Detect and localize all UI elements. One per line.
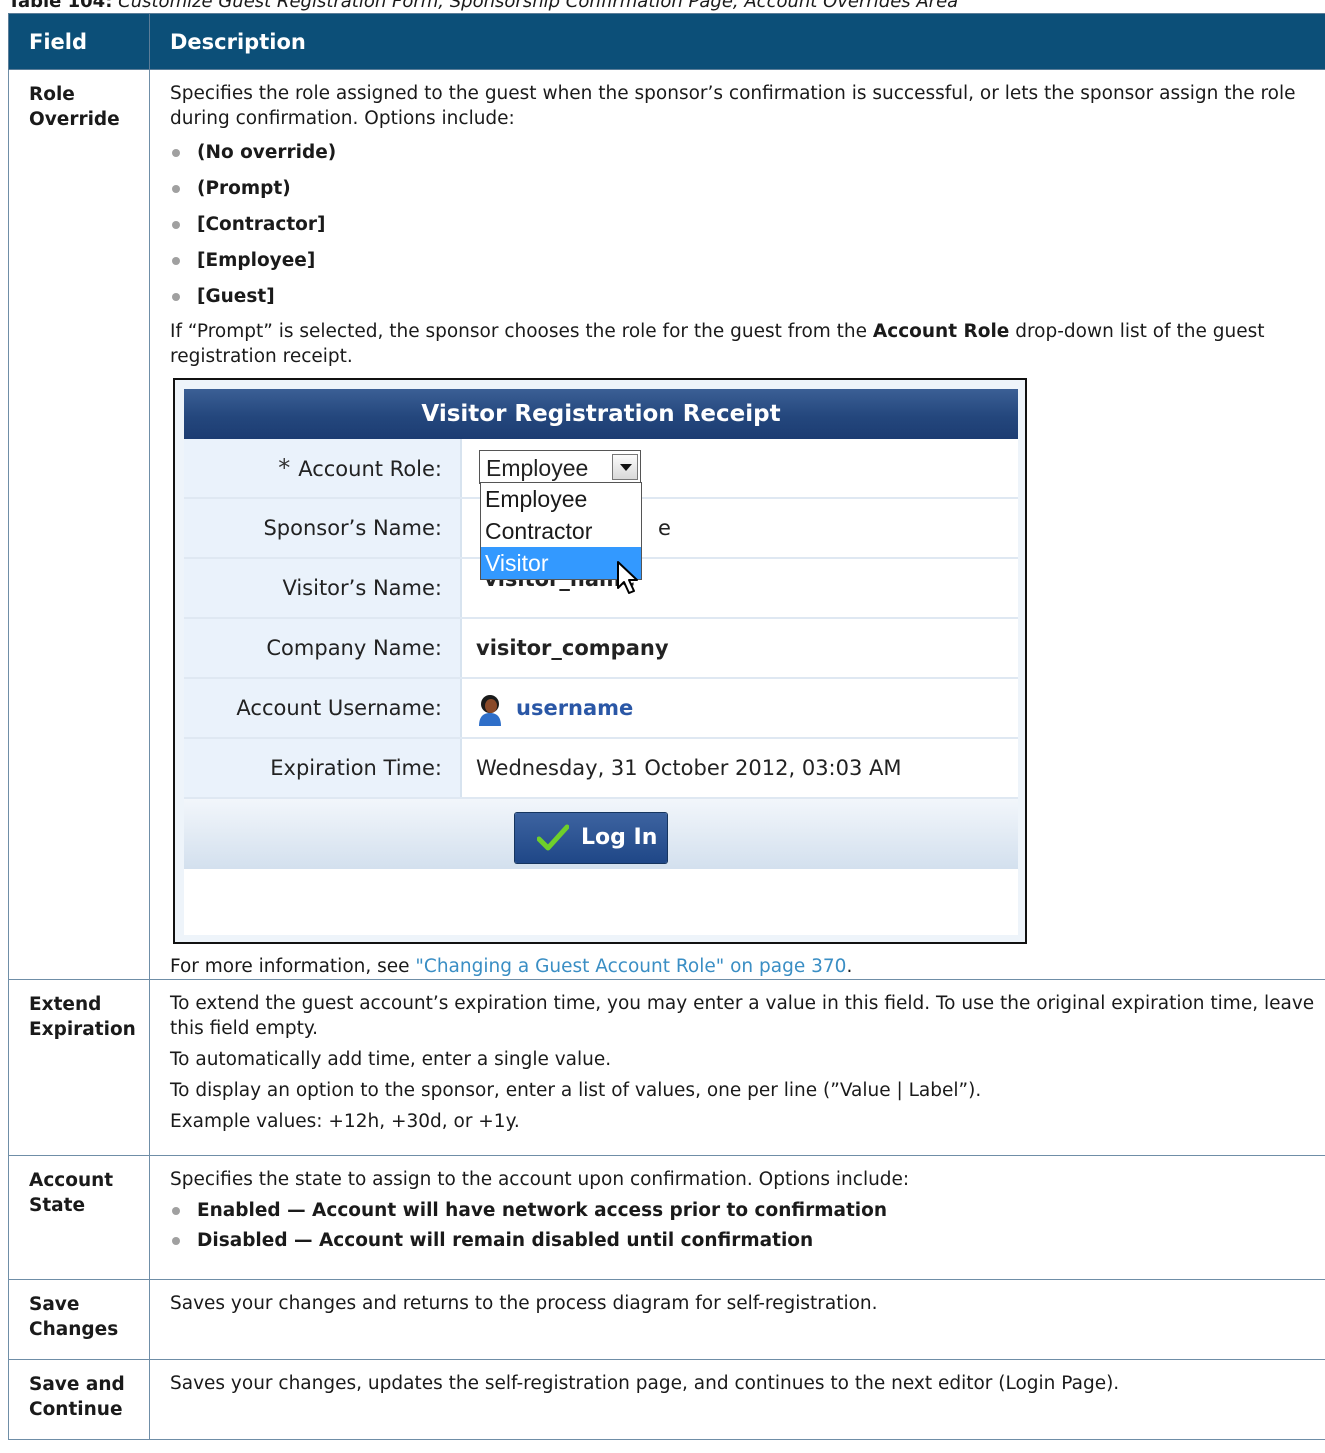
mouse-cursor-icon bbox=[617, 561, 638, 594]
list-item: [Contractor] bbox=[170, 207, 1315, 243]
field-description: Specifies the role assigned to the guest… bbox=[149, 69, 1325, 980]
table-header-row: Field Description bbox=[8, 13, 1325, 70]
cross-reference-link[interactable]: "Changing a Guest Account Role" on page … bbox=[415, 956, 846, 977]
caption-label: Table 104: bbox=[8, 0, 113, 12]
receipt-screenshot: Visitor Registration Receipt * Account Ro… bbox=[173, 378, 1027, 944]
list-item: Enabled — Account will have network acce… bbox=[170, 1196, 1315, 1226]
account-username-link[interactable]: username bbox=[516, 696, 633, 720]
table-row: Role Override Specifies the role assigne… bbox=[8, 69, 1325, 980]
bullet-icon bbox=[172, 185, 180, 193]
dropdown-arrow-icon[interactable] bbox=[612, 454, 638, 480]
account-state-options: Enabled — Account will have network acce… bbox=[170, 1196, 1315, 1256]
dropdown-option[interactable]: Employee bbox=[481, 483, 641, 515]
bullet-icon bbox=[172, 293, 180, 301]
field-description: Specifies the state to assign to the acc… bbox=[149, 1155, 1325, 1280]
header-field: Field bbox=[8, 13, 150, 70]
table-caption: Table 104: Customize Guest Registration … bbox=[8, 0, 1318, 13]
prompt-note: If “Prompt” is selected, the sponsor cho… bbox=[170, 321, 1265, 367]
bullet-icon bbox=[172, 1237, 180, 1245]
bullet-icon bbox=[172, 149, 180, 157]
account-role-select[interactable]: Employee bbox=[479, 450, 641, 484]
list-item: [Guest] bbox=[170, 279, 1315, 315]
bullet-icon bbox=[172, 1207, 180, 1215]
required-mark: * bbox=[278, 454, 291, 482]
table-row: Extend Expiration To extend the guest ac… bbox=[8, 979, 1325, 1156]
field-description: Saves your changes, updates the self-reg… bbox=[149, 1359, 1325, 1440]
log-in-button[interactable]: Log In bbox=[515, 813, 667, 863]
receipt-row-company: Company Name: visitor_company bbox=[184, 619, 1018, 679]
dropdown-option[interactable]: Contractor bbox=[481, 515, 641, 547]
table-row: Account State Specifies the state to ass… bbox=[8, 1155, 1325, 1280]
receipt-title: Visitor Registration Receipt bbox=[184, 389, 1018, 439]
field-name: Role Override bbox=[8, 69, 150, 980]
list-item: (No override) bbox=[170, 135, 1315, 171]
checkmark-icon bbox=[537, 824, 569, 851]
table-row: Save Changes Saves your changes and retu… bbox=[8, 1279, 1325, 1360]
list-item: [Employee] bbox=[170, 243, 1315, 279]
bullet-icon bbox=[172, 221, 180, 229]
receipt-footer: Log In bbox=[184, 799, 1018, 869]
table-row: Save and Continue Saves your changes, up… bbox=[8, 1359, 1325, 1440]
header-description: Description bbox=[149, 13, 1325, 70]
bullet-icon bbox=[172, 257, 180, 265]
field-name: Extend Expiration bbox=[8, 979, 150, 1156]
user-avatar-icon bbox=[479, 695, 501, 726]
receipt-row-expiration: Expiration Time: Wednesday, 31 October 2… bbox=[184, 739, 1018, 799]
more-info: For more information, see "Changing a Gu… bbox=[170, 956, 853, 977]
field-description-table: Field Description Role Override Specifie… bbox=[8, 13, 1325, 1440]
list-item: Disabled — Account will remain disabled … bbox=[170, 1226, 1315, 1256]
field-description: Saves your changes and returns to the pr… bbox=[149, 1279, 1325, 1360]
list-item: (Prompt) bbox=[170, 171, 1315, 207]
caption-text: Customize Guest Registration Form, Spons… bbox=[118, 0, 959, 12]
field-name: Account State bbox=[8, 1155, 150, 1280]
receipt-row-username: Account Username: username bbox=[184, 679, 1018, 739]
role-options-list: (No override) (Prompt) [Contractor] [Emp… bbox=[170, 135, 1315, 315]
field-name: Save and Continue bbox=[8, 1359, 150, 1440]
field-name: Save Changes bbox=[8, 1279, 150, 1360]
role-override-intro: Specifies the role assigned to the guest… bbox=[170, 83, 1296, 129]
field-description: To extend the guest account’s expiration… bbox=[149, 979, 1325, 1156]
